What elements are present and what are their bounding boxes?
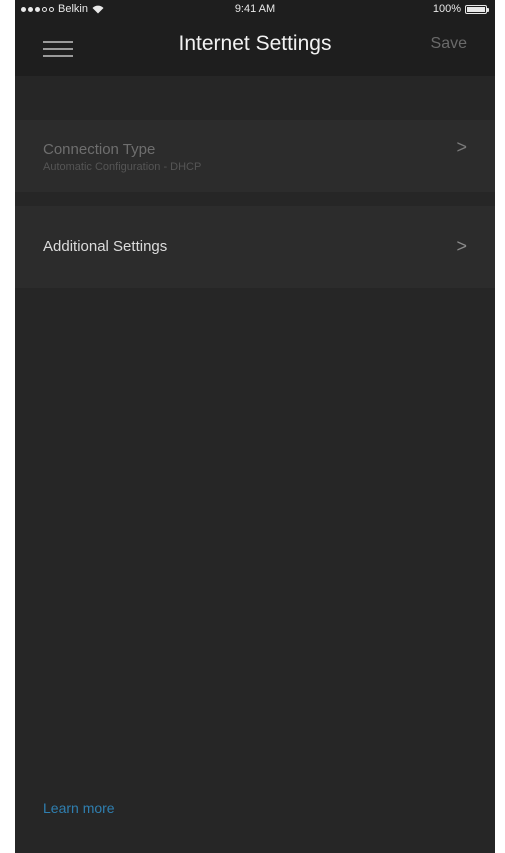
- status-right: 100%: [432, 3, 489, 15]
- additional-settings-row[interactable]: Additional Settings >: [15, 206, 495, 288]
- app-screen: Belkin 9:41 AM 100% Internet Settings Sa…: [15, 0, 495, 853]
- connection-type-row[interactable]: Connection Type Automatic Configuration …: [15, 120, 495, 192]
- page-title: Internet Settings: [178, 32, 332, 55]
- connection-type-value: Automatic Configuration - DHCP: [43, 161, 202, 173]
- battery-level-fill: [467, 6, 485, 12]
- additional-settings-label: Additional Settings: [43, 238, 168, 255]
- connection-type-label: Connection Type: [43, 141, 156, 158]
- status-time: 9:41 AM: [234, 3, 276, 15]
- chevron-right-icon: >: [456, 236, 467, 256]
- battery-icon: [465, 4, 489, 14]
- navigation-bar: Internet Settings Save: [15, 18, 495, 76]
- battery-percent: 100%: [432, 3, 461, 15]
- chevron-right-icon: >: [456, 137, 467, 157]
- learn-more-link[interactable]: Learn more: [43, 800, 115, 816]
- hamburger-menu-icon[interactable]: [43, 39, 73, 57]
- save-button[interactable]: Save: [431, 35, 467, 53]
- status-bar: Belkin 9:41 AM 100%: [15, 0, 495, 18]
